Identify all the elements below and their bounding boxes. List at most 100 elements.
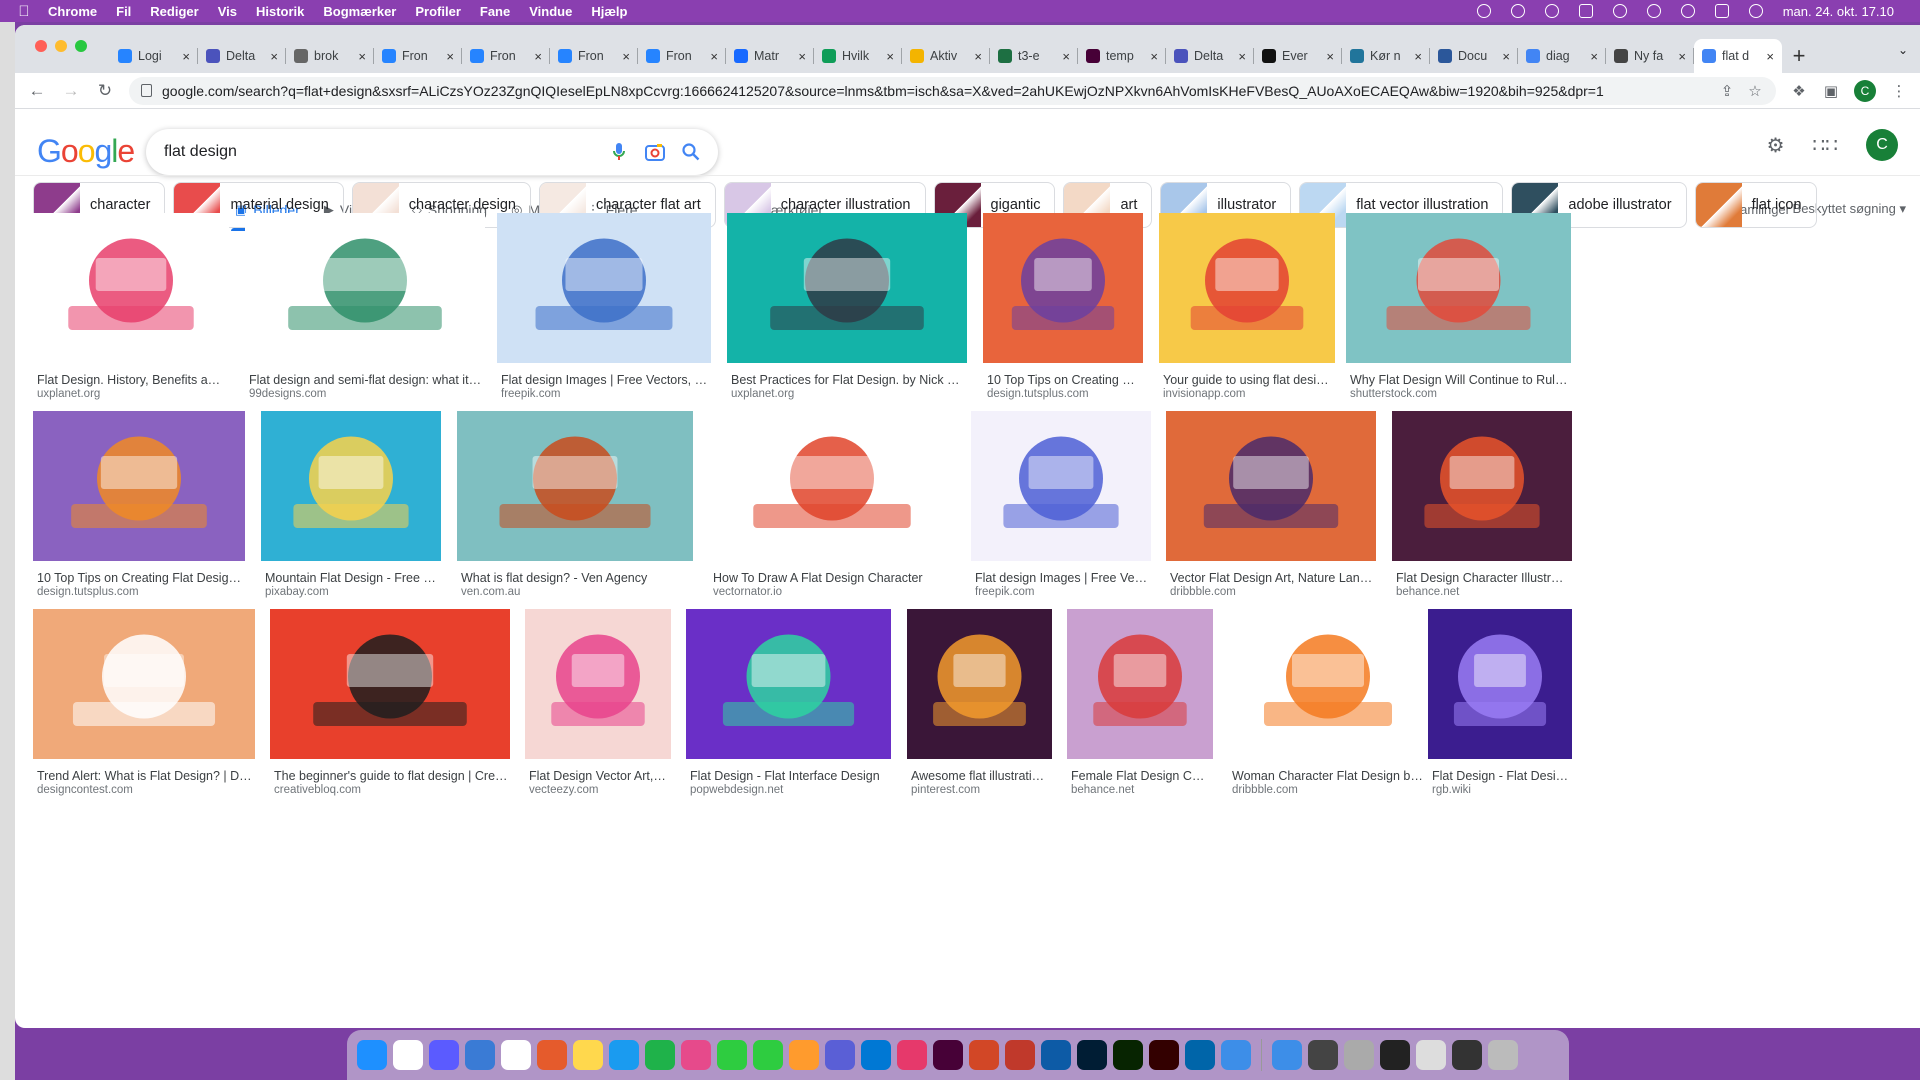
result-thumbnail[interactable] bbox=[727, 213, 967, 363]
result-thumbnail[interactable] bbox=[1346, 213, 1571, 363]
result-title[interactable]: Why Flat Design Will Continue to Rule th… bbox=[1350, 373, 1569, 387]
search-box[interactable]: flat design bbox=[146, 129, 718, 175]
result-source[interactable]: 99designs.com bbox=[249, 388, 326, 400]
result-thumbnail[interactable] bbox=[1392, 411, 1572, 561]
dock-app-icon[interactable] bbox=[429, 1040, 459, 1070]
menu-item-vis[interactable]: Vis bbox=[218, 4, 237, 19]
result-title[interactable]: Flat Design Vector Art, Icons,... bbox=[529, 769, 669, 783]
browser-tab[interactable]: temp × bbox=[1078, 39, 1166, 73]
close-tab-icon[interactable]: × bbox=[1502, 49, 1510, 64]
image-result[interactable]: What is flat design? - Ven Agency ven.com… bbox=[457, 411, 693, 605]
image-result[interactable]: Why Flat Design Will Continue to Rule th… bbox=[1346, 213, 1571, 407]
image-result[interactable]: Flat Design - Flat Interface Design popwe… bbox=[686, 609, 891, 803]
browser-tab[interactable]: brok × bbox=[286, 39, 374, 73]
image-result[interactable]: 10 Top Tips on Creating Flat Design Grap… bbox=[33, 411, 245, 605]
camera-lens-icon[interactable] bbox=[642, 139, 668, 165]
apps-grid-icon[interactable]: ∷∷ bbox=[1813, 133, 1838, 158]
result-title[interactable]: 10 Top Tips on Creating Flat De... bbox=[987, 373, 1141, 387]
dock-app-icon[interactable] bbox=[357, 1040, 387, 1070]
siri-icon[interactable] bbox=[1748, 4, 1763, 18]
tab-search-icon[interactable]: ⌄ bbox=[1898, 43, 1908, 57]
dock-app-icon[interactable] bbox=[1380, 1040, 1410, 1070]
result-title[interactable]: Woman Character Flat Design by Andi... bbox=[1232, 769, 1426, 783]
result-title[interactable]: Flat design Images | Free Vectors, Stock… bbox=[501, 373, 709, 387]
dock-app-icon[interactable] bbox=[969, 1040, 999, 1070]
status-icon[interactable] bbox=[1510, 4, 1525, 18]
result-title[interactable]: Flat design Images | Free Vectors, St... bbox=[975, 571, 1149, 585]
bookmark-star-icon[interactable]: ☆ bbox=[1746, 82, 1764, 100]
result-thumbnail[interactable] bbox=[907, 609, 1052, 759]
close-tab-icon[interactable]: × bbox=[1678, 49, 1686, 64]
image-result[interactable]: Flat Design Vector Art, Icons,...vecteez… bbox=[525, 609, 671, 803]
status-icon[interactable] bbox=[1476, 4, 1491, 18]
result-source[interactable]: invisionapp.com bbox=[1163, 388, 1245, 400]
browser-tab[interactable]: Matr × bbox=[726, 39, 814, 73]
close-tab-icon[interactable]: × bbox=[534, 49, 542, 64]
close-tab-icon[interactable]: × bbox=[1238, 49, 1246, 64]
result-source[interactable]: pinterest.com bbox=[911, 784, 980, 796]
result-thumbnail[interactable] bbox=[686, 609, 891, 759]
result-source[interactable]: design.tutsplus.com bbox=[987, 388, 1089, 400]
result-title[interactable]: Mountain Flat Design - Free vector gr... bbox=[265, 571, 439, 585]
dock-app-icon[interactable] bbox=[933, 1040, 963, 1070]
reload-icon[interactable]: ↻ bbox=[95, 81, 115, 101]
result-thumbnail[interactable] bbox=[261, 411, 441, 561]
result-thumbnail[interactable] bbox=[497, 213, 711, 363]
apple-icon[interactable]:  bbox=[0, 3, 48, 20]
control-center-icon[interactable] bbox=[1714, 4, 1729, 18]
menu-item-profiler[interactable]: Profiler bbox=[415, 4, 461, 19]
close-tab-icon[interactable]: × bbox=[710, 49, 718, 64]
minimize-window-button[interactable] bbox=[55, 40, 67, 52]
clock[interactable]: man. 24. okt. 17.10 bbox=[1783, 4, 1894, 19]
account-avatar[interactable]: C bbox=[1866, 129, 1898, 161]
dock-app-icon[interactable] bbox=[789, 1040, 819, 1070]
result-thumbnail[interactable] bbox=[245, 213, 485, 363]
menu-item-fil[interactable]: Fil bbox=[116, 4, 131, 19]
dock-app-icon[interactable] bbox=[1077, 1040, 1107, 1070]
result-title[interactable]: What is flat design? - Ven Agency bbox=[461, 571, 691, 585]
back-icon[interactable]: ← bbox=[27, 81, 47, 101]
result-thumbnail[interactable] bbox=[33, 609, 255, 759]
result-source[interactable]: vectornator.io bbox=[713, 586, 782, 598]
close-tab-icon[interactable]: × bbox=[270, 49, 278, 64]
share-icon[interactable]: ⇪ bbox=[1718, 82, 1736, 100]
new-tab-button[interactable]: + bbox=[1782, 39, 1816, 73]
dock-app-icon[interactable] bbox=[897, 1040, 927, 1070]
menu-item-chrome[interactable]: Chrome bbox=[48, 4, 97, 19]
result-thumbnail[interactable] bbox=[1428, 609, 1572, 759]
dock-app-icon[interactable] bbox=[609, 1040, 639, 1070]
result-thumbnail[interactable] bbox=[270, 609, 510, 759]
result-title[interactable]: Flat Design. History, Benefits and Pract… bbox=[37, 373, 227, 387]
browser-tab[interactable]: Hvilk × bbox=[814, 39, 902, 73]
result-title[interactable]: Flat design and semi-flat design: what i… bbox=[249, 373, 483, 387]
dock-app-icon[interactable] bbox=[861, 1040, 891, 1070]
battery-icon[interactable] bbox=[1578, 4, 1593, 18]
image-result[interactable]: Female Flat Design Characte...behance.ne… bbox=[1067, 609, 1213, 803]
result-source[interactable]: uxplanet.org bbox=[731, 388, 794, 400]
image-result[interactable]: Awesome flat illustration fro...pinteres… bbox=[907, 609, 1052, 803]
menu-item-bogmærker[interactable]: Bogmærker bbox=[323, 4, 396, 19]
browser-tab[interactable]: Fron × bbox=[462, 39, 550, 73]
result-source[interactable]: ven.com.au bbox=[461, 586, 520, 598]
spotlight-icon[interactable] bbox=[1680, 4, 1695, 18]
result-source[interactable]: shutterstock.com bbox=[1350, 388, 1437, 400]
result-title[interactable]: Flat Design - Flat Design in ... bbox=[1432, 769, 1570, 783]
dock-app-icon[interactable] bbox=[465, 1040, 495, 1070]
result-title[interactable]: Awesome flat illustration fro... bbox=[911, 769, 1050, 783]
dock-app-icon[interactable] bbox=[1185, 1040, 1215, 1070]
image-result[interactable]: Flat Design Character Illustration on...… bbox=[1392, 411, 1572, 605]
dock-app-icon[interactable] bbox=[645, 1040, 675, 1070]
result-thumbnail[interactable] bbox=[983, 213, 1143, 363]
wifi-icon[interactable] bbox=[1612, 4, 1627, 18]
image-result[interactable]: Flat design and semi-flat design: what i… bbox=[245, 213, 485, 407]
result-source[interactable]: uxplanet.org bbox=[37, 388, 100, 400]
dock-app-icon[interactable] bbox=[681, 1040, 711, 1070]
dock-app-icon[interactable] bbox=[1272, 1040, 1302, 1070]
result-title[interactable]: Flat Design - Flat Interface Design bbox=[690, 769, 889, 783]
close-tab-icon[interactable]: × bbox=[798, 49, 806, 64]
browser-tab[interactable]: t3-e × bbox=[990, 39, 1078, 73]
browser-tab[interactable]: Logi × bbox=[110, 39, 198, 73]
result-thumbnail[interactable] bbox=[1166, 411, 1376, 561]
image-result[interactable]: Flat Design - Flat Design in ...rgb.wiki bbox=[1428, 609, 1572, 803]
image-result[interactable]: 10 Top Tips on Creating Flat De...design… bbox=[983, 213, 1143, 407]
